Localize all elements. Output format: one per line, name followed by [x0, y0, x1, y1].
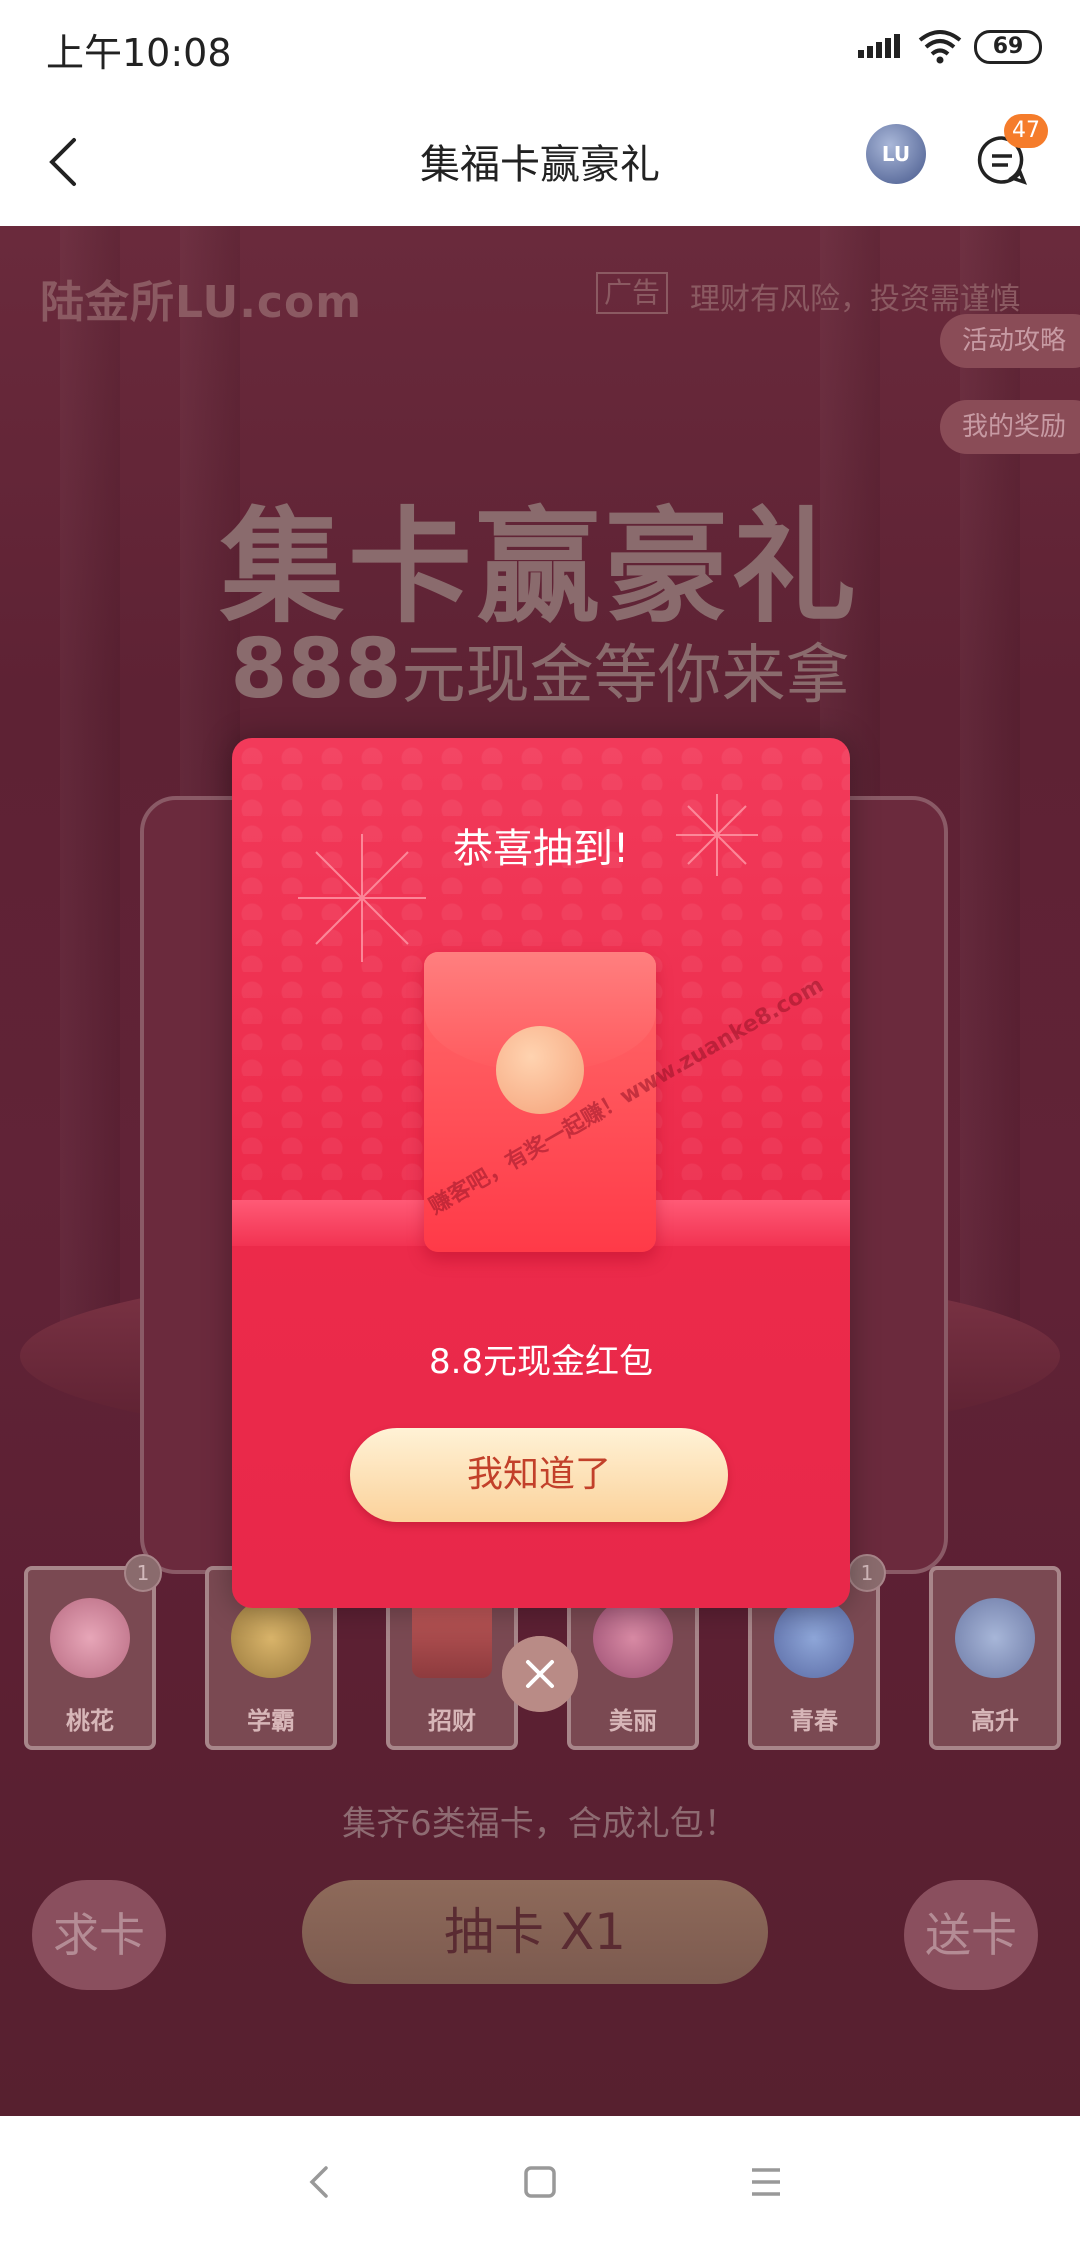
prize-modal: 恭喜抽到! 赚客吧，有奖一起赚！www.zuanke8.com 8.8元现金红包…: [232, 738, 850, 1608]
card-label: 高升: [971, 1707, 1019, 1735]
risk-note: 理财有风险，投资需谨慎: [690, 282, 1020, 317]
modal-title: 恭喜抽到!: [452, 826, 630, 872]
close-icon[interactable]: [502, 1636, 578, 1712]
red-packet-icon: [412, 1598, 492, 1678]
message-badge: 47: [1004, 114, 1048, 148]
collect-tip: 集齐6类福卡，合成礼包！: [342, 1804, 738, 1844]
fortune-card-promotion[interactable]: 高升: [929, 1566, 1061, 1750]
card-label: 招财: [428, 1707, 476, 1735]
card-label: 桃花: [66, 1707, 114, 1735]
signal-icon: [858, 34, 900, 58]
nav-home-icon[interactable]: [520, 2160, 560, 2204]
send-card-button[interactable]: 送卡: [904, 1880, 1038, 1990]
prize-text: 8.8元现金红包: [428, 1342, 654, 1382]
hot-air-balloon-icon: [774, 1598, 854, 1678]
nav-bar: 集福卡赢豪礼 LU 47: [0, 96, 1080, 226]
card-count-badge: 1: [848, 1554, 886, 1592]
confirm-button[interactable]: 我知道了: [350, 1428, 728, 1522]
envelope-seal: [496, 1026, 584, 1114]
lu-logo-icon[interactable]: LU: [866, 124, 926, 184]
card-label: 青春: [790, 1707, 838, 1735]
reward-amount: 888: [230, 622, 402, 717]
reward-text: 元现金等你来拿: [401, 639, 850, 713]
ask-card-button[interactable]: 求卡: [32, 1880, 166, 1990]
status-time: 上午10:08: [46, 31, 232, 75]
lollipop-icon: [593, 1598, 673, 1678]
activity-guide-button[interactable]: 活动攻略: [940, 314, 1080, 368]
ad-tag: 广告: [596, 272, 669, 314]
activity-headline: 集卡赢豪礼: [219, 496, 860, 640]
my-rewards-button[interactable]: 我的奖励: [940, 400, 1080, 454]
status-bar: 上午10:08 69: [0, 0, 1080, 96]
peach-blossom-icon: [50, 1598, 130, 1678]
card-label: 学霸: [247, 1707, 295, 1735]
draw-card-button[interactable]: 抽卡 X1: [302, 1880, 768, 1984]
system-nav-bar: [0, 2116, 1080, 2248]
fortune-card-peach[interactable]: 桃花: [24, 1566, 156, 1750]
nav-back-icon[interactable]: [300, 2160, 340, 2204]
wifi-icon: [918, 30, 962, 64]
card-count-badge: 1: [124, 1554, 162, 1592]
rocket-icon: [955, 1598, 1035, 1678]
activity-subheadline: 888元现金等你来拿: [0, 622, 1080, 717]
nav-menu-icon[interactable]: [746, 2160, 786, 2204]
brand-logo: 陆金所LU.com: [40, 277, 363, 328]
battery-indicator: 69: [974, 30, 1042, 64]
card-label: 美丽: [609, 1707, 657, 1735]
coin-icon: [231, 1598, 311, 1678]
